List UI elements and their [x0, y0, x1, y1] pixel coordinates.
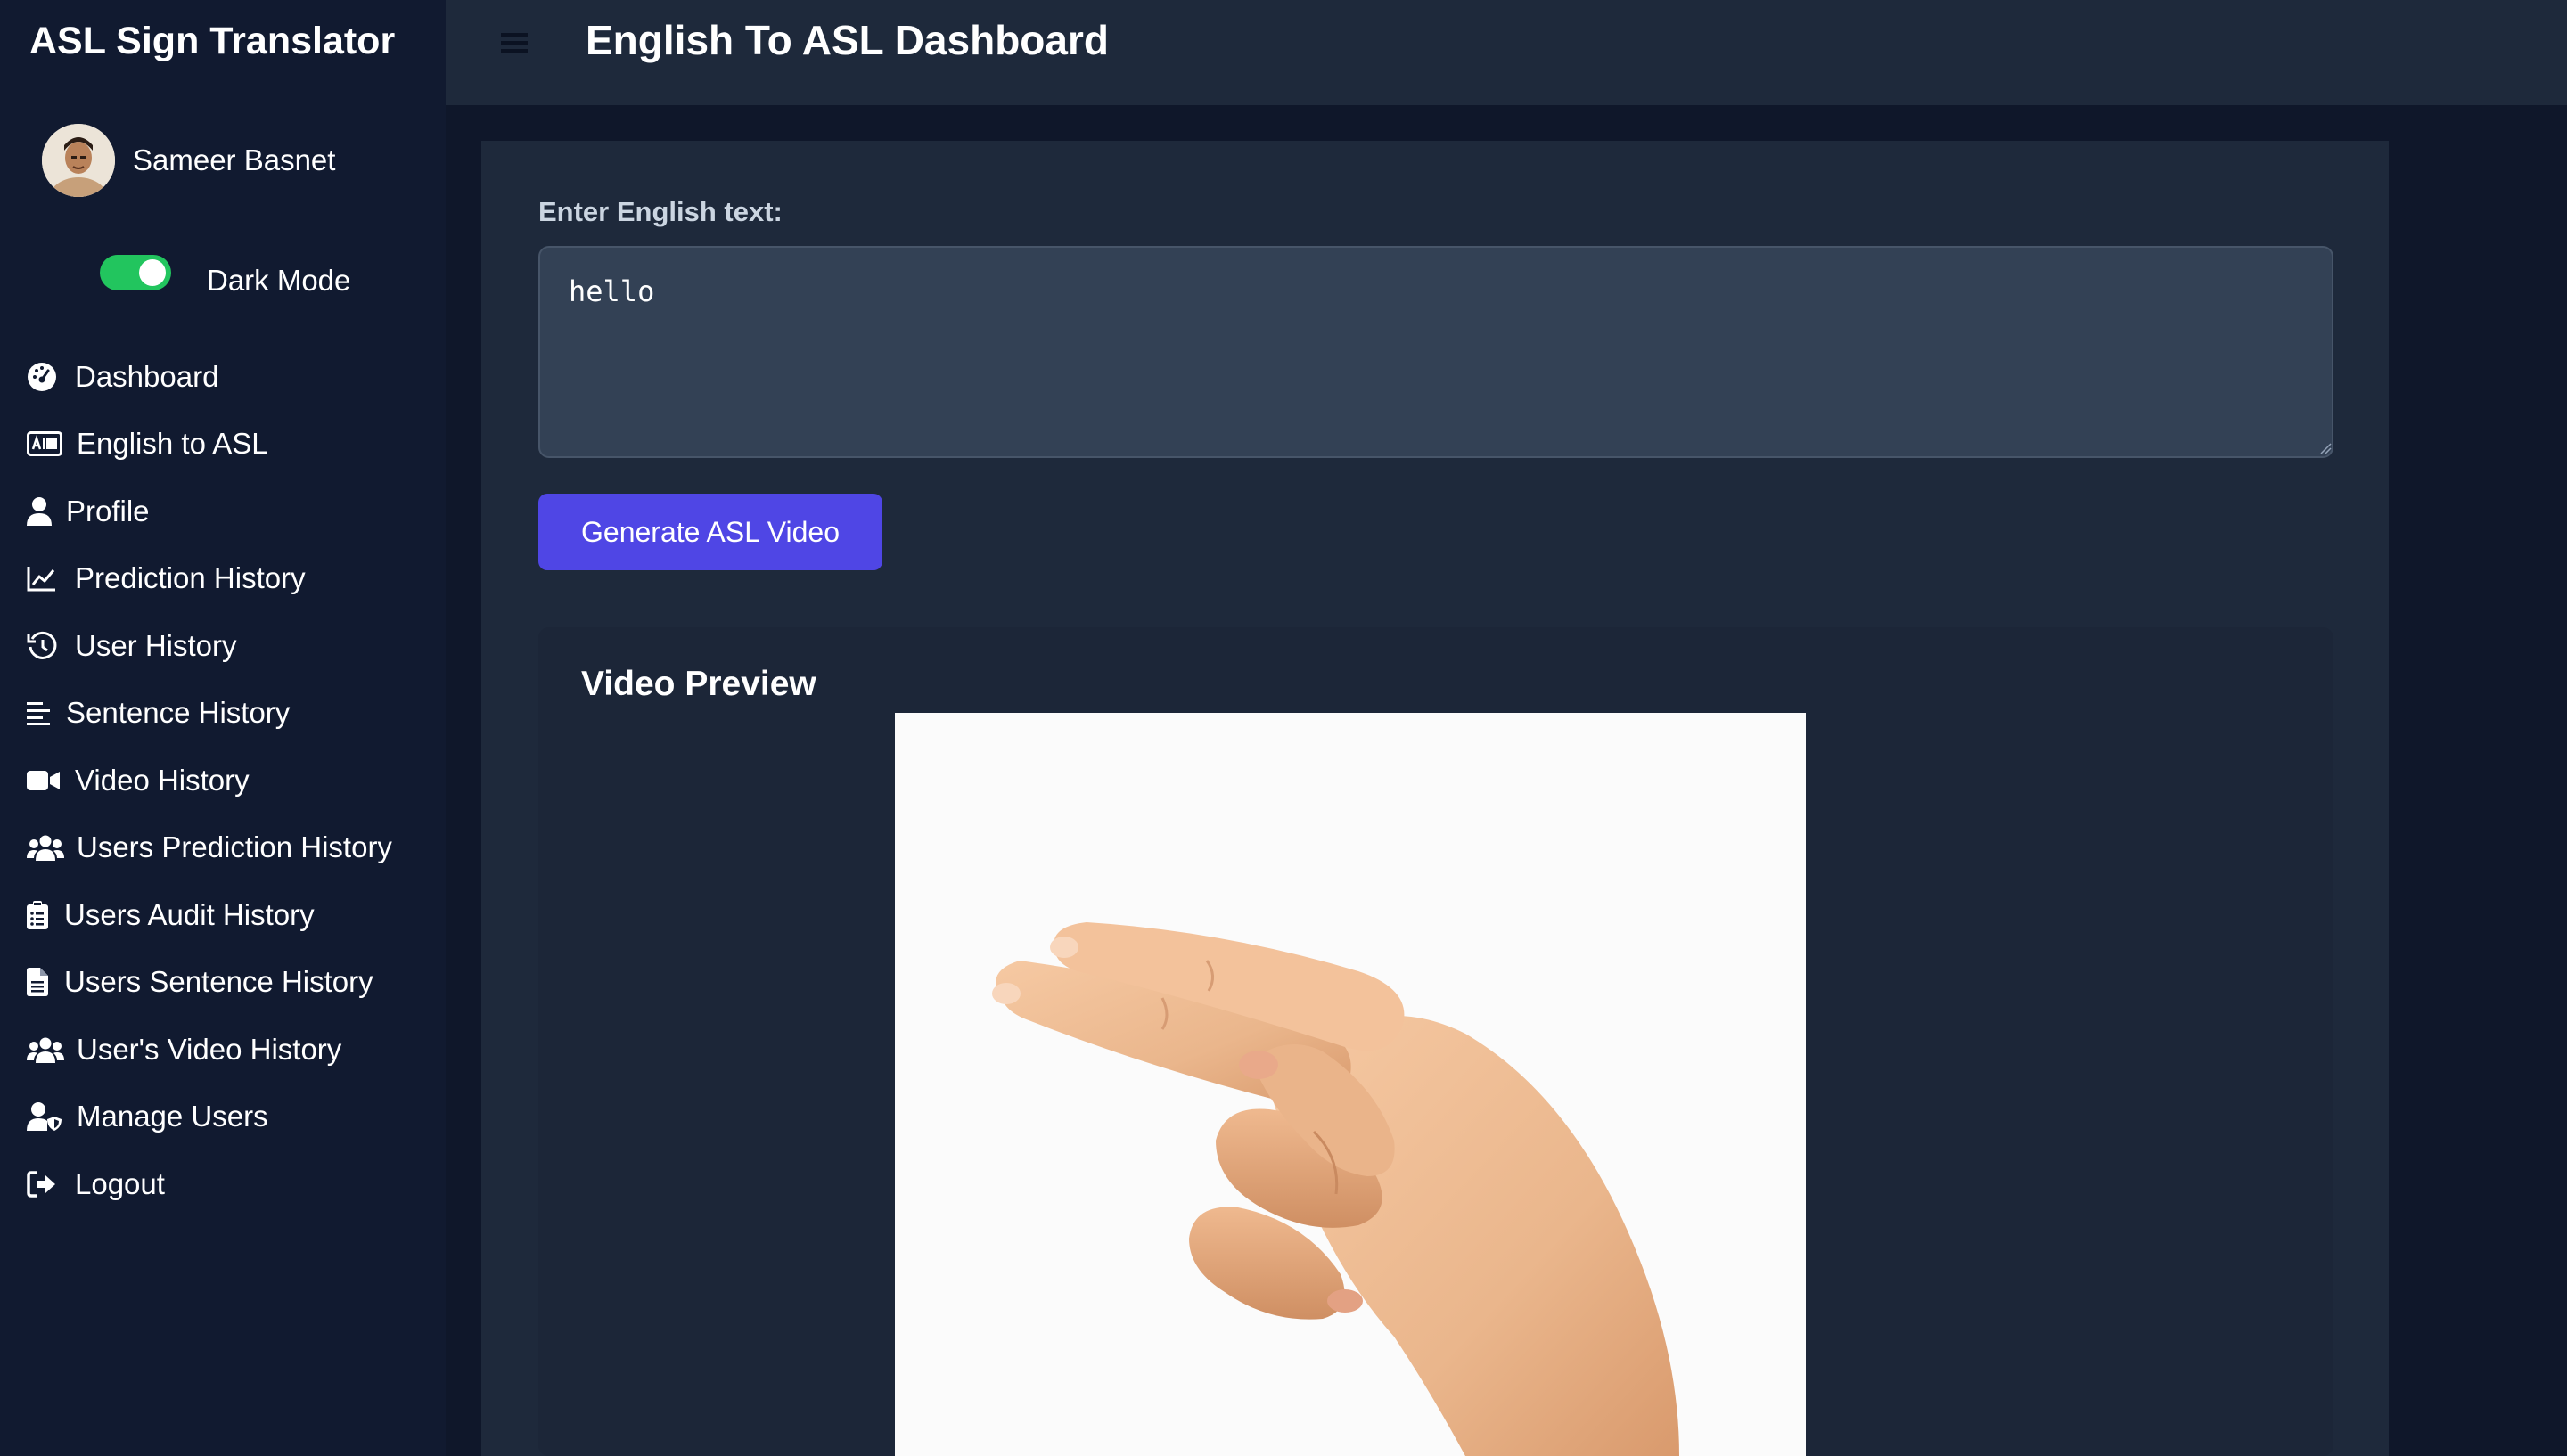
sidebar-item-label: Users Prediction History — [77, 830, 392, 864]
dashboard-gauge-icon — [27, 359, 62, 395]
hamburger-menu-icon[interactable] — [499, 27, 535, 62]
sidebar-item-users-audit-history[interactable]: Users Audit History — [27, 881, 437, 949]
page-title: English To ASL Dashboard — [586, 17, 1109, 63]
sidebar-item-users-video-history[interactable]: User's Video History — [27, 1016, 437, 1084]
users-group-icon — [27, 1032, 64, 1067]
sidebar-item-label: User's Video History — [77, 1032, 342, 1066]
sidebar-item-label: Profile — [66, 494, 150, 528]
sidebar-item-logout[interactable]: Logout — [27, 1150, 437, 1218]
dark-mode-label: Dark Mode — [207, 264, 351, 297]
sidebar-item-user-history[interactable]: User History — [27, 612, 437, 680]
user-profile: Sameer Basnet — [42, 124, 335, 197]
asl-video-frame[interactable] — [895, 713, 1806, 1456]
users-group-icon — [27, 830, 64, 865]
sidebar-item-users-sentence-history[interactable]: Users Sentence History — [27, 949, 437, 1017]
sidebar-item-users-prediction-history[interactable]: Users Prediction History — [27, 814, 437, 882]
sidebar-item-label: Sentence History — [66, 696, 291, 730]
hand-sign-image — [895, 713, 1806, 1456]
sidebar-item-profile[interactable]: Profile — [27, 478, 437, 545]
video-preview-title: Video Preview — [581, 665, 816, 703]
text-input-label: Enter English text: — [538, 196, 783, 227]
sidebar-item-label: English to ASL — [77, 427, 268, 461]
user-name: Sameer Basnet — [133, 143, 336, 176]
sidebar-item-dashboard[interactable]: Dashboard — [27, 343, 437, 411]
align-left-icon — [27, 695, 53, 731]
history-clock-icon — [27, 628, 62, 664]
sidebar-item-prediction-history[interactable]: Prediction History — [27, 545, 437, 613]
user-shield-icon — [27, 1099, 64, 1134]
sidebar-item-label: User History — [75, 628, 237, 662]
video-camera-icon — [27, 763, 62, 798]
sidebar: ASL Sign Translator Sameer Basnet Dark M… — [0, 0, 446, 1456]
video-preview-panel: Video Preview — [538, 627, 2333, 1456]
brand-title: ASL Sign Translator — [29, 20, 396, 62]
resize-grip-icon[interactable] — [2319, 442, 2332, 454]
sidebar-item-label: Dashboard — [75, 359, 219, 393]
english-text-input[interactable]: hello — [538, 246, 2333, 458]
sidebar-item-label: Video History — [75, 763, 250, 797]
translator-card: Enter English text: hello Generate ASL V… — [481, 141, 2389, 1456]
sidebar-item-label: Logout — [75, 1166, 165, 1200]
dark-mode-setting: Dark Mode — [100, 253, 350, 297]
sidebar-item-label: Users Audit History — [64, 897, 315, 931]
avatar — [42, 124, 115, 197]
line-chart-icon — [27, 560, 62, 596]
generate-asl-video-button[interactable]: Generate ASL Video — [538, 494, 882, 570]
sidebar-item-label: Users Sentence History — [64, 965, 373, 999]
file-text-icon — [27, 964, 52, 1000]
sidebar-item-sentence-history[interactable]: Sentence History — [27, 680, 437, 748]
sidebar-item-video-history[interactable]: Video History — [27, 747, 437, 814]
clipboard-list-icon — [27, 897, 52, 933]
translate-card-icon — [27, 426, 64, 462]
top-header: English To ASL Dashboard — [446, 0, 2567, 105]
toggle-knob — [139, 259, 166, 286]
sidebar-item-english-to-asl[interactable]: English to ASL — [27, 411, 437, 479]
sidebar-nav: Dashboard English to ASL Profile Predict… — [27, 343, 437, 1218]
user-icon — [27, 494, 53, 529]
logout-icon — [27, 1166, 62, 1202]
sidebar-item-label: Prediction History — [75, 561, 306, 595]
dark-mode-toggle[interactable] — [100, 255, 171, 290]
sidebar-item-manage-users[interactable]: Manage Users — [27, 1084, 437, 1151]
sidebar-item-label: Manage Users — [77, 1100, 268, 1133]
